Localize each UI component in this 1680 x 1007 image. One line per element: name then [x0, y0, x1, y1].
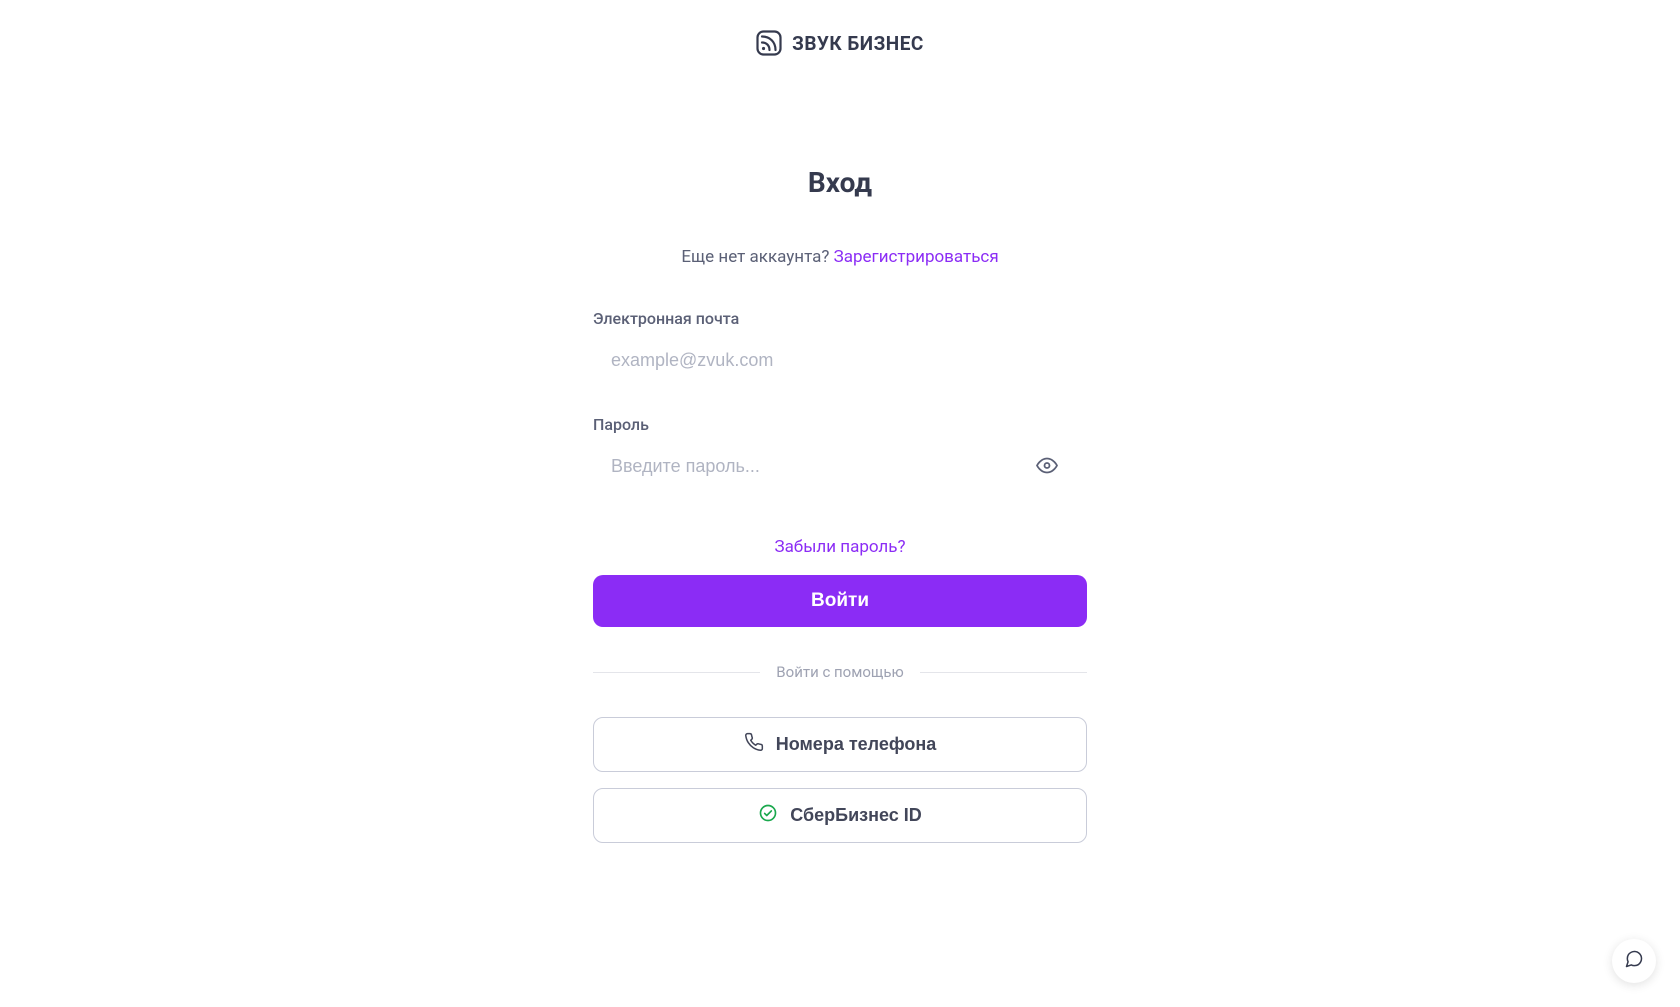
email-input-wrap: [593, 338, 1087, 383]
login-form: Вход Еще нет аккаунта? Зарегистрироватьс…: [593, 166, 1087, 843]
chat-support-button[interactable]: [1612, 939, 1656, 983]
password-input-wrap: [593, 444, 1087, 489]
register-link[interactable]: Зарегистрироваться: [834, 247, 999, 267]
login-with-sber-label: СберБизнес ID: [790, 805, 922, 826]
page-title: Вход: [593, 166, 1087, 199]
divider-text: Войти с помощью: [776, 663, 903, 681]
alt-login-buttons: Номера телефона СберБизнес ID: [593, 717, 1087, 843]
signup-prompt: Еще нет аккаунта? Зарегистрироваться: [593, 247, 1087, 267]
password-field-group: Пароль: [593, 415, 1087, 489]
login-with-phone-button[interactable]: Номера телефона: [593, 717, 1087, 772]
sber-check-icon: [758, 803, 778, 828]
login-with-sber-button[interactable]: СберБизнес ID: [593, 788, 1087, 843]
email-field-group: Электронная почта: [593, 309, 1087, 383]
password-input[interactable]: [593, 444, 1087, 489]
brand-name: ЗВУК БИЗНЕС: [792, 32, 924, 55]
alt-login-divider: Войти с помощью: [593, 663, 1087, 681]
eye-icon: [1035, 465, 1059, 480]
password-label: Пароль: [593, 415, 1087, 434]
email-label: Электронная почта: [593, 309, 1087, 328]
brand-logo: ЗВУК БИЗНЕС: [0, 0, 1680, 56]
phone-icon: [744, 732, 764, 757]
login-button[interactable]: Войти: [593, 575, 1087, 627]
divider-line-right: [920, 672, 1087, 673]
divider-line-left: [593, 672, 760, 673]
email-input[interactable]: [593, 338, 1087, 383]
forgot-password-row: Забыли пароль?: [593, 537, 1087, 557]
forgot-password-link[interactable]: Забыли пароль?: [774, 537, 905, 557]
brand-logo-icon: [756, 30, 782, 56]
toggle-password-visibility-button[interactable]: [1031, 449, 1063, 484]
chat-icon: [1624, 949, 1644, 973]
login-with-phone-label: Номера телефона: [776, 734, 937, 755]
no-account-text: Еще нет аккаунта?: [681, 247, 833, 267]
